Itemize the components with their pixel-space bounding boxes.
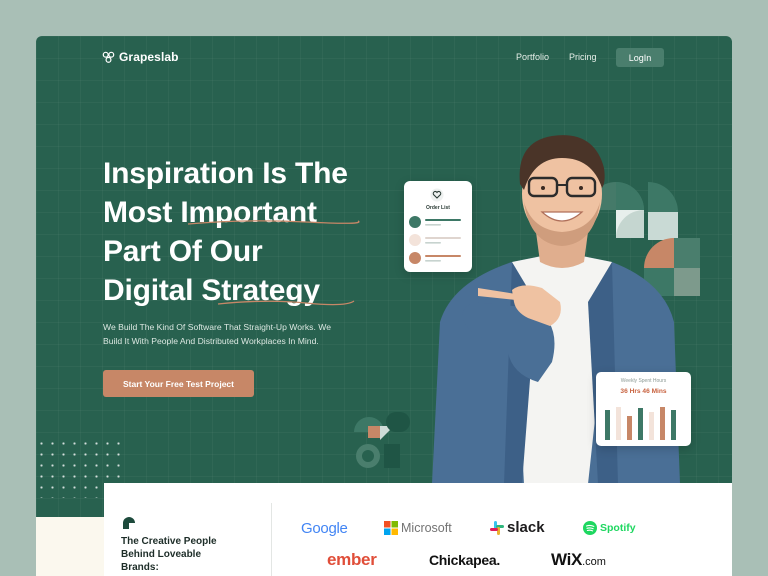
microsoft-logo: Microsoft [384,521,452,535]
microsoft-wordmark: Microsoft [401,521,452,535]
ember-logo: ember [327,550,377,570]
subtext-line-1: We Build The Kind Of Software That Strai… [103,322,331,332]
chickapea-logo: Chickapea. [429,552,500,568]
slack-wordmark: slack [507,519,545,536]
heart-icon [430,188,444,202]
google-wordmark: Google [301,520,348,537]
spotify-logo: Spotify [583,521,636,535]
slack-icon [490,520,504,535]
weekly-hours-card: Weekly Spent Hours 36 Hrs 46 Mins [596,372,691,446]
cta-button[interactable]: Start Your Free Test Project [103,370,254,397]
weekly-hours-value: 36 Hrs 46 Mins [620,388,667,395]
cream-block [36,517,104,576]
logo-text: Grapeslab [119,50,179,64]
hero-headline: Inspiration Is The Most Important Part O… [103,154,403,310]
brands-heading-line-1: The Creative People [121,536,217,547]
headline-line-1: Inspiration Is The [103,157,348,190]
order-list-card: Order List [404,181,472,272]
underline-decoration-2 [217,300,355,306]
wix-com-suffix: .com [582,556,606,568]
hero-subtext: We Build The Kind Of Software That Strai… [103,320,373,348]
ember-wordmark: ember [327,550,377,569]
logo[interactable]: Grapeslab [102,50,179,64]
order-list-items [409,216,461,264]
weekly-hours-label: Weekly Spent Hours [620,378,667,384]
wix-logo: WiX .com [551,550,606,570]
google-logo: Google [301,520,348,537]
spotify-icon [583,521,597,535]
wix-wordmark: WiX [551,550,583,569]
microsoft-icon [384,521,398,535]
subtext-line-2: Build It With People And Distributed Wor… [103,336,319,346]
brands-section: The Creative People Behind Loveable Bran… [104,483,732,576]
brands-divider [271,503,272,576]
brands-heading: The Creative People Behind Loveable Bran… [121,535,241,574]
spotify-wordmark: Spotify [600,522,636,534]
nav-link-portfolio[interactable]: Portfolio [516,52,549,62]
login-button[interactable]: LogIn [616,48,664,67]
nav-link-pricing[interactable]: Pricing [569,52,597,62]
headline-line-3: Part Of Our [103,235,263,268]
brands-heading-line-3: Brands: [121,562,159,573]
brands-heading-line-2: Behind Loveable [121,549,202,560]
decorative-shapes-left [354,412,410,468]
hours-bar-chart [605,407,676,440]
leaf-icon [123,517,135,529]
grape-logo-icon [102,51,115,63]
chickapea-wordmark: Chickapea. [429,552,500,568]
underline-decoration [187,220,360,225]
slack-logo: slack [490,519,545,536]
